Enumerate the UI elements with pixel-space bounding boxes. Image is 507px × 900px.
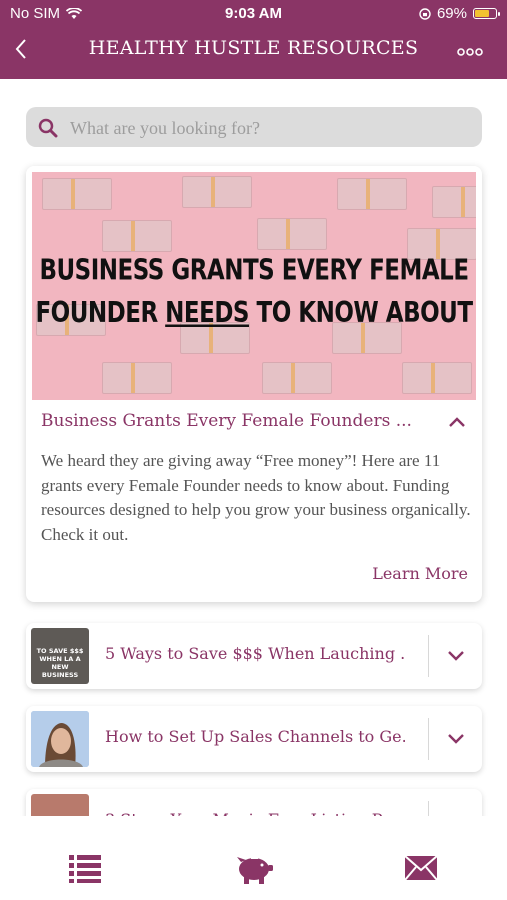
chevron-up-icon xyxy=(449,417,465,427)
featured-description: We heard they are giving away “Free mone… xyxy=(41,451,471,544)
featured-image: BUSINESS GRANTS EVERY FEMALE FOUNDER NEE… xyxy=(32,172,476,400)
chevron-down-icon xyxy=(448,651,464,661)
expand-button[interactable] xyxy=(446,645,466,665)
bottom-tab-bar xyxy=(0,816,507,900)
divider xyxy=(428,718,429,760)
search-bar[interactable] xyxy=(26,107,482,147)
status-bar: No SIM 9:03 AM 69% xyxy=(0,0,507,28)
list-item[interactable]: How to Set Up Sales Channels to Ge... xyxy=(26,706,482,772)
search-input[interactable] xyxy=(68,113,472,143)
divider xyxy=(428,635,429,677)
page-title: HEALTHY HUSTLE RESOURCES xyxy=(88,37,419,59)
featured-resource-card[interactable]: BUSINESS GRANTS EVERY FEMALE FOUNDER NEE… xyxy=(26,166,482,602)
learn-more-link[interactable]: Learn More xyxy=(372,564,468,583)
list-item-thumbnail: TO SAVE $$$ WHEN LA A NEW BUSINESS xyxy=(31,628,89,684)
list-item-title: 5 Ways to Save $$$ When Lauching ... xyxy=(105,644,405,663)
list-item-thumbnail xyxy=(31,711,89,767)
expand-button[interactable] xyxy=(446,728,466,748)
nav-bar: HEALTHY HUSTLE RESOURCES xyxy=(0,28,507,74)
featured-title[interactable]: Business Grants Every Female Founders ..… xyxy=(41,411,421,431)
tab-resources[interactable] xyxy=(67,852,107,888)
more-dots-icon xyxy=(457,48,483,56)
collapse-button[interactable] xyxy=(446,411,468,433)
battery-percent: 69% xyxy=(436,5,467,22)
list-icon xyxy=(69,855,101,883)
featured-image-headline: BUSINESS GRANTS EVERY FEMALE FOUNDER NEE… xyxy=(35,254,473,330)
person-photo xyxy=(31,711,89,767)
app-header: No SIM 9:03 AM 69% HEALTHY HUSTLE RESOUR… xyxy=(0,0,507,79)
more-button[interactable] xyxy=(457,44,483,62)
chevron-down-icon xyxy=(448,734,464,744)
piggy-bank-icon xyxy=(237,857,273,884)
battery-icon xyxy=(473,8,500,19)
orientation-lock-icon xyxy=(419,7,431,20)
tab-contact[interactable] xyxy=(403,852,443,888)
search-icon xyxy=(38,118,58,138)
list-item[interactable]: TO SAVE $$$ WHEN LA A NEW BUSINESS 5 Way… xyxy=(26,623,482,689)
tab-savings[interactable] xyxy=(233,852,273,888)
list-item-title: How to Set Up Sales Channels to Ge... xyxy=(105,727,405,746)
envelope-icon xyxy=(404,855,438,881)
